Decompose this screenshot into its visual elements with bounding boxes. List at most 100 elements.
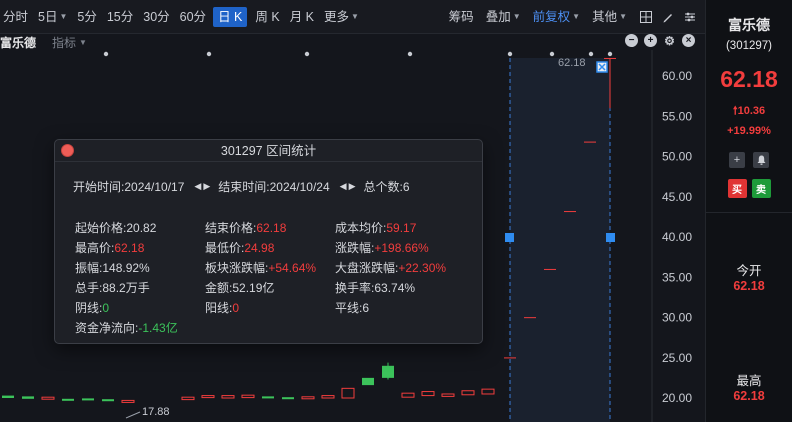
range-stats-popup: 301297 区间统计 开始时间: 2024/10/17 ◀▶ 结束时间: 20… [54, 139, 483, 344]
panel-stock-code: (301297) [725, 40, 773, 52]
stat-open-price: 起始价格: 20.82 [75, 220, 157, 236]
minus-circle-icon[interactable]: − [625, 34, 638, 47]
stat-volume: 总手: 88.2万手 [75, 281, 150, 295]
top-marker-dot [304, 51, 310, 57]
stat-close-price: 结束价格: 62.18 [205, 220, 287, 236]
close-circle-icon[interactable]: × [682, 34, 695, 47]
candle [102, 399, 114, 402]
price-tick-label: 50.00 [662, 150, 692, 164]
start-time-value: 2024/10/17 [124, 179, 185, 194]
candle [441, 393, 455, 397]
stock-name: 富乐德 [0, 35, 37, 50]
top-marker-dot [549, 51, 555, 57]
selection-range [510, 58, 610, 422]
indicator-dropdown[interactable]: 指标 ▼ [52, 34, 87, 51]
plus-circle-icon[interactable]: + [644, 34, 657, 47]
adjust-button[interactable]: 前复权 ▼ [527, 7, 586, 27]
period-month-k[interactable]: 月 K [287, 7, 321, 27]
add-watchlist-icon[interactable]: + [729, 152, 745, 168]
end-time-label: 结束时间: [218, 180, 270, 194]
candle [421, 391, 435, 397]
end-time-value: 2024/10/24 [269, 179, 330, 194]
stat-low: 最低价: 24.98 [205, 240, 275, 256]
date-range-row: 开始时间: 2024/10/17 ◀▶ 结束时间: 2024/10/24 ◀▶ … [73, 178, 410, 195]
price-tick-label: 20.00 [662, 391, 692, 405]
candle [362, 377, 374, 386]
close-button[interactable] [61, 144, 74, 157]
candle [401, 392, 415, 398]
candle [82, 398, 94, 401]
grid-icon[interactable] [637, 8, 655, 26]
selection-right-handle [606, 233, 615, 242]
candle [201, 395, 215, 399]
settings-sliders-icon[interactable] [681, 8, 699, 26]
period-intraday[interactable]: 分时 [0, 7, 35, 27]
period-more[interactable]: 更多 ▼ [321, 7, 366, 27]
candle [262, 396, 274, 399]
high-value: 62.18 [733, 389, 765, 403]
stat-amount: 金额: 52.19亿 [205, 281, 275, 295]
candle [282, 397, 294, 400]
period-5day[interactable]: 5日 ▼ [35, 7, 74, 27]
stat-sector-change: 板块涨跌幅: +54.64% [205, 260, 317, 276]
count-value: 6 [402, 179, 410, 194]
high-label: 最高 [736, 374, 762, 388]
period-week-k[interactable]: 周 K [252, 7, 286, 27]
top-marker-dot [588, 51, 594, 57]
price-tick-label: 25.00 [662, 351, 692, 365]
candle [62, 398, 74, 401]
open-value: 62.18 [733, 279, 765, 293]
period-5min[interactable]: 5分 [74, 7, 103, 27]
stat-down-days: 阴线: 0 [75, 300, 110, 316]
low-label: 17.88 [142, 406, 170, 418]
chevron-down-icon: ▼ [572, 11, 581, 21]
candle [121, 399, 135, 403]
bell-icon[interactable] [753, 152, 769, 168]
candle [301, 396, 315, 400]
period-30min[interactable]: 30分 [140, 7, 176, 27]
chevron-down-icon: ▼ [619, 11, 627, 21]
stat-flat-days: 平线: 6 [335, 300, 370, 316]
gear-icon[interactable]: ⚙ [663, 34, 676, 47]
panel-change-pct: +19.99% [727, 125, 771, 137]
candle [341, 387, 355, 399]
other-button[interactable]: 其他 ▼ [586, 7, 633, 27]
draw-pen-icon[interactable] [659, 8, 677, 26]
top-marker-dot [507, 51, 513, 57]
overlay-button[interactable]: 叠加 ▼ [480, 7, 527, 27]
candle [41, 396, 55, 400]
candle [2, 395, 14, 398]
price-tick-label: 30.00 [662, 311, 692, 325]
chart-header: 富乐德 指标 ▼ − + ⚙ × [0, 34, 705, 50]
stat-amplitude: 振幅: 148.92% [75, 260, 150, 276]
start-time-label: 开始时间: [73, 180, 125, 194]
panel-last-price: 62.18 [720, 66, 778, 92]
top-marker-dot [103, 51, 109, 57]
popup-title: 301297 区间统计 [220, 144, 317, 158]
panel-stock-name: 富乐德 [728, 17, 770, 33]
start-time-stepper-icon[interactable]: ◀▶ [194, 181, 212, 192]
chevron-down-icon: ▼ [351, 11, 359, 21]
sell-button[interactable]: 卖 [751, 179, 771, 198]
stat-net-flow: 资金净流向: -1.43亿 [75, 321, 178, 335]
candle [461, 390, 475, 396]
buy-button[interactable]: 买 [727, 179, 747, 198]
period-day-k[interactable]: 日 K [213, 6, 248, 27]
stat-turnover: 换手率: 63.74% [335, 280, 416, 296]
candle [181, 396, 195, 401]
panel-change: 🠕10.36 [732, 105, 766, 117]
period-60min[interactable]: 60分 [177, 7, 213, 27]
period-15min[interactable]: 15分 [104, 7, 140, 27]
chips-button[interactable]: 筹码 [443, 7, 480, 27]
range-high-label: 62.18 [558, 57, 586, 69]
candle [22, 396, 34, 399]
quote-panel: 富乐德 (301297) 62.18 🠕10.36 +19.99% + 买 卖 … [705, 0, 792, 422]
price-tick-label: 45.00 [662, 190, 692, 204]
divider [706, 212, 792, 213]
top-marker-dot [407, 51, 413, 57]
stat-change: 涨跌幅: +198.66% [335, 240, 429, 256]
top-marker-dot [607, 51, 613, 57]
popup-header: 301297 区间统计 [55, 140, 482, 162]
top-marker-dot [206, 51, 212, 57]
end-time-stepper-icon[interactable]: ◀▶ [340, 181, 358, 192]
